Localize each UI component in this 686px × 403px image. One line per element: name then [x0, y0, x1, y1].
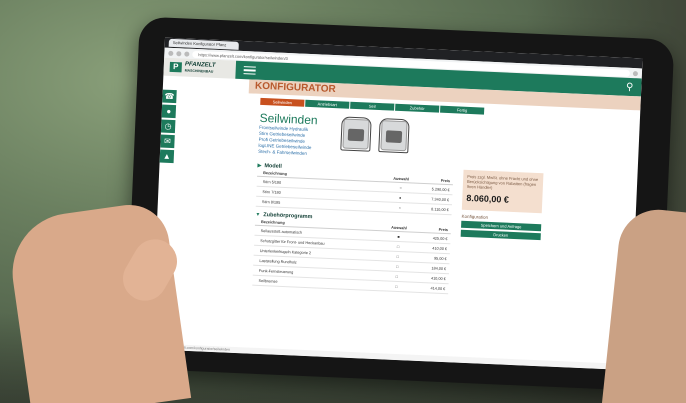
- price-box: Preis zzgl. MwSt. ohne Fracht und ohne B…: [461, 169, 544, 214]
- row-price: 7.340,00 €: [431, 196, 450, 202]
- row-price: 410,00 €: [430, 275, 446, 281]
- checkbox[interactable]: □: [383, 274, 411, 279]
- checkbox[interactable]: □: [384, 244, 412, 249]
- checkbox[interactable]: □: [383, 264, 411, 269]
- config-content: ▶ Modell Bezeichnung Auswahl Preis Stirn…: [252, 161, 637, 305]
- row-price: 8.110,00 €: [431, 206, 449, 212]
- hamburger-icon[interactable]: [243, 65, 256, 75]
- tree-icon[interactable]: ▲: [159, 149, 175, 164]
- col-preis: Preis: [438, 227, 448, 233]
- product-images: [338, 114, 412, 161]
- total-price: 8.060,00 €: [466, 192, 510, 205]
- logo-text: PFANZELT MASCHINENBAU: [184, 62, 216, 75]
- radio-button[interactable]: ○: [386, 205, 414, 210]
- tablet-device: Seilwinden Konfigurator Pfanz https://ww…: [124, 16, 675, 392]
- tablet-screen: Seilwinden Konfigurator Pfanz https://ww…: [151, 37, 643, 371]
- triangle-right-icon: ▶: [257, 162, 262, 169]
- checkbox[interactable]: □: [384, 254, 412, 259]
- hero: Seilwinden Frontseilwinde Hydraulik Stir…: [258, 111, 640, 172]
- section-title: Modell: [264, 162, 282, 170]
- row-price: 184,00 €: [431, 265, 447, 271]
- row-price: 425,00 €: [432, 235, 448, 241]
- step-tab-seilwinden[interactable]: Seilwinden: [260, 97, 305, 107]
- col-auswahl: Auswahl: [393, 176, 409, 182]
- checkbox[interactable]: ■: [385, 234, 413, 239]
- location-icon[interactable]: ●: [161, 104, 177, 119]
- configurator-page: KONFIGURATOR Seilwinden Antriebsart Seil…: [165, 76, 641, 370]
- col-auswahl: Auswahl: [391, 225, 407, 231]
- radio-button[interactable]: ○: [387, 185, 415, 190]
- winch-image: [376, 116, 412, 157]
- print-button[interactable]: Drucken: [460, 229, 541, 241]
- menu-icon[interactable]: [632, 70, 639, 76]
- radio-button[interactable]: ●: [386, 195, 414, 200]
- logo-sub: MASCHINENBAU: [184, 68, 214, 74]
- forward-icon[interactable]: [176, 50, 182, 56]
- search-icon[interactable]: ⚲: [626, 81, 634, 92]
- row-price: 414,00 €: [430, 285, 446, 291]
- site-logo[interactable]: P PFANZELT MASCHINENBAU: [164, 61, 236, 76]
- winch-image: [338, 114, 374, 155]
- phone-icon[interactable]: ☎: [162, 89, 177, 104]
- hero-text: Seilwinden Frontseilwinde Hydraulik Stir…: [258, 111, 332, 158]
- model-section: ▶ Modell Bezeichnung Auswahl Preis Stirn…: [255, 161, 454, 216]
- step-tab-zubehoer[interactable]: Zubehör: [395, 103, 440, 113]
- mail-icon[interactable]: ✉: [160, 134, 175, 149]
- accessory-section: ▼ Zubehörprogramm Bezeichnung Auswahl Pr…: [252, 210, 452, 295]
- price-note: Preis zzgl. MwSt. ohne Fracht und ohne B…: [466, 173, 539, 191]
- col-preis: Preis: [440, 178, 451, 184]
- logo-mark: P: [169, 61, 182, 73]
- back-icon[interactable]: [168, 50, 174, 56]
- row-price: 410,00 €: [432, 245, 448, 251]
- checkbox[interactable]: □: [382, 284, 410, 289]
- price-panel: Preis zzgl. MwSt. ohne Fracht und ohne B…: [458, 169, 544, 301]
- step-tab-antriebsart[interactable]: Antriebsart: [305, 99, 350, 109]
- row-price: 5.290,00 €: [431, 186, 450, 192]
- reload-icon[interactable]: [184, 50, 190, 57]
- config-tables: ▶ Modell Bezeichnung Auswahl Preis Stirn…: [252, 161, 454, 297]
- row-price: 95,00 €: [433, 256, 447, 261]
- step-tab-seil[interactable]: Seil: [350, 101, 395, 111]
- row-name: Stirn 8/185: [261, 199, 281, 205]
- clock-icon[interactable]: ◷: [160, 119, 176, 134]
- row-name: Seilbremse: [258, 278, 278, 284]
- triangle-down-icon: ▼: [255, 211, 261, 218]
- step-tab-fertig[interactable]: Fertig: [440, 105, 485, 115]
- left-hand: [4, 199, 192, 403]
